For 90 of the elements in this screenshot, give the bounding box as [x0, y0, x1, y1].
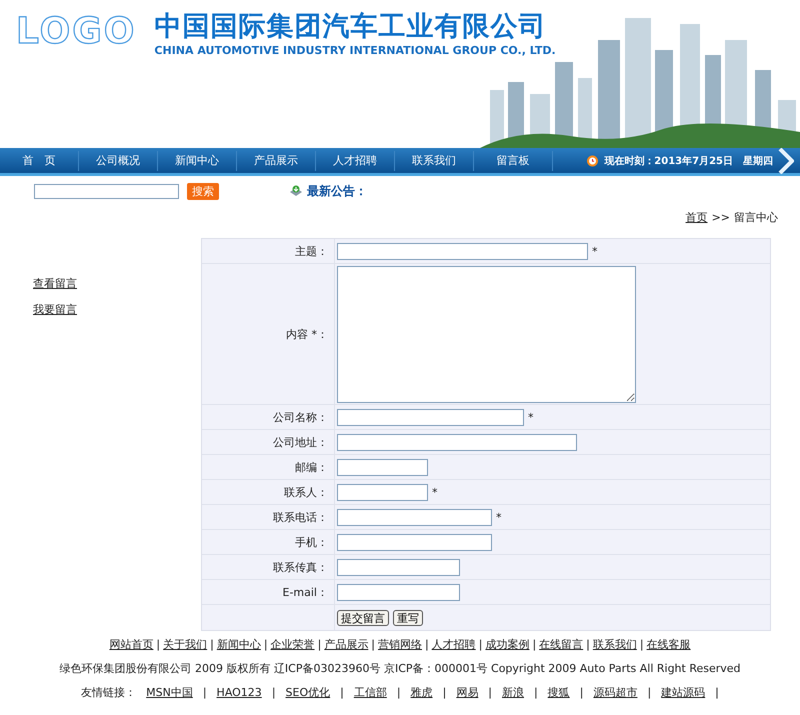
required-mark: * [592, 244, 598, 258]
chevron-right-icon[interactable] [778, 148, 794, 174]
friend-link[interactable]: 新浪 [502, 685, 524, 700]
link-separator: | [318, 638, 322, 651]
friend-link[interactable]: 搜狐 [548, 685, 570, 700]
nav-item[interactable]: 联系我们 [395, 150, 474, 170]
field-label: 联系电话： [273, 510, 328, 524]
link-separator: | [647, 686, 652, 699]
footer-link[interactable]: 成功案例 [485, 637, 530, 652]
input-field[interactable] [337, 558, 460, 576]
friend-link[interactable]: HAO123 [216, 686, 262, 699]
notice-icon [289, 184, 303, 198]
friend-link[interactable]: 雅虎 [410, 685, 433, 700]
nav-item[interactable]: 产品展示 [237, 150, 316, 170]
input-field[interactable] [337, 584, 460, 600]
field-label: 主题： [295, 244, 328, 258]
footer-link[interactable]: 在线留言 [539, 637, 584, 652]
footer-link[interactable]: 新闻中心 [216, 637, 261, 652]
sidebar-link[interactable]: 查看留言 [33, 276, 201, 291]
friend-link[interactable]: 源码超市 [593, 685, 638, 700]
search-field[interactable] [34, 184, 179, 198]
sidebar-link[interactable]: 我要留言 [33, 302, 201, 317]
footer-link[interactable]: 关于我们 [163, 637, 208, 652]
company-name: 中国国际集团汽车工业有限公司 [154, 10, 548, 44]
input-field[interactable] [337, 458, 428, 476]
footer-link[interactable]: 网站首页 [109, 637, 154, 652]
notice-title: 最新公告： [307, 182, 367, 200]
breadcrumb-separator: >> [712, 210, 730, 224]
nav-item[interactable]: 留言板 [474, 150, 553, 170]
link-separator: | [396, 686, 401, 699]
required-mark: * [496, 510, 502, 524]
friend-link[interactable]: 网易 [456, 685, 478, 700]
field-label: 公司名称： [273, 410, 328, 424]
link-separator: | [264, 638, 268, 651]
link-separator: | [580, 686, 584, 699]
friend-link[interactable]: MSN中国 [146, 685, 193, 700]
content-field[interactable] [337, 266, 636, 402]
company-name-english: CHINA AUTOMOTIVE INDUSTRY INTERNATIONAL GROUP CO., LTD. [154, 44, 556, 57]
link-separator: | [532, 638, 536, 651]
link-separator: | [715, 686, 719, 699]
link-separator: | [488, 686, 492, 699]
footer-link[interactable]: 产品展示 [324, 637, 368, 652]
field-label: E-mail： [282, 584, 328, 600]
friend-links-label: 友情链接： [81, 685, 136, 700]
reset-button[interactable]: 重写 [393, 610, 423, 626]
link-separator: | [210, 638, 214, 651]
input-field[interactable] [337, 508, 492, 526]
field-label: 联系人： [284, 484, 328, 500]
nav-item[interactable]: 人才招聘 [316, 150, 395, 170]
required-mark: * [528, 410, 534, 424]
input-field[interactable] [337, 484, 428, 500]
field-label: 联系传真： [273, 560, 328, 574]
field-label: 邮编： [295, 460, 328, 474]
logo: LOGO [16, 10, 136, 54]
alarm-clock-icon [586, 154, 600, 167]
copyright-text: 绿色环保集团股份有限公司 2009 版权所有 辽ICP备03023960号 京ICP备：000001号 Copyright 2009 Auto Parts All Right Reserved [59, 661, 741, 676]
link-separator: | [478, 638, 482, 651]
required-mark: * [432, 486, 438, 498]
friend-link[interactable]: 工信部 [354, 685, 387, 700]
link-separator: | [156, 638, 160, 651]
input-field[interactable] [337, 408, 524, 426]
link-separator: | [586, 638, 590, 651]
input-field[interactable] [337, 534, 492, 550]
link-separator: | [202, 686, 207, 699]
link-separator: | [340, 686, 344, 699]
field-label: 公司地址： [273, 434, 328, 450]
submit-button[interactable]: 提交留言 [337, 610, 389, 626]
footer-link[interactable]: 在线客服 [646, 637, 691, 652]
link-separator: | [425, 638, 429, 651]
footer-link[interactable]: 企业荣誉 [270, 637, 315, 652]
nav-item[interactable]: 首 页 [0, 150, 79, 170]
nav-item[interactable]: 公司概况 [79, 150, 158, 170]
friend-link[interactable]: SEO优化 [286, 685, 330, 700]
friend-link[interactable]: 建站源码 [661, 685, 706, 700]
home-link[interactable]: 首页 [686, 210, 708, 224]
footer-link[interactable]: 营销网络 [378, 637, 422, 652]
breadcrumb-current: 留言中心 [734, 210, 778, 224]
footer-link[interactable]: 联系我们 [592, 637, 637, 652]
link-separator: | [534, 686, 538, 699]
nav-item[interactable]: 新闻中心 [158, 150, 237, 170]
link-separator: | [371, 638, 375, 651]
footer-link[interactable]: 人才招聘 [432, 637, 476, 652]
link-separator: | [442, 686, 446, 699]
field-label: 内容 *： [286, 326, 328, 342]
current-time: 现在时刻：2013年7月25日 星期四 [604, 154, 773, 168]
link-separator: | [272, 686, 276, 699]
input-field[interactable] [337, 242, 588, 260]
link-separator: | [640, 638, 644, 651]
field-label: 手机： [295, 534, 328, 550]
input-field[interactable] [337, 434, 577, 450]
